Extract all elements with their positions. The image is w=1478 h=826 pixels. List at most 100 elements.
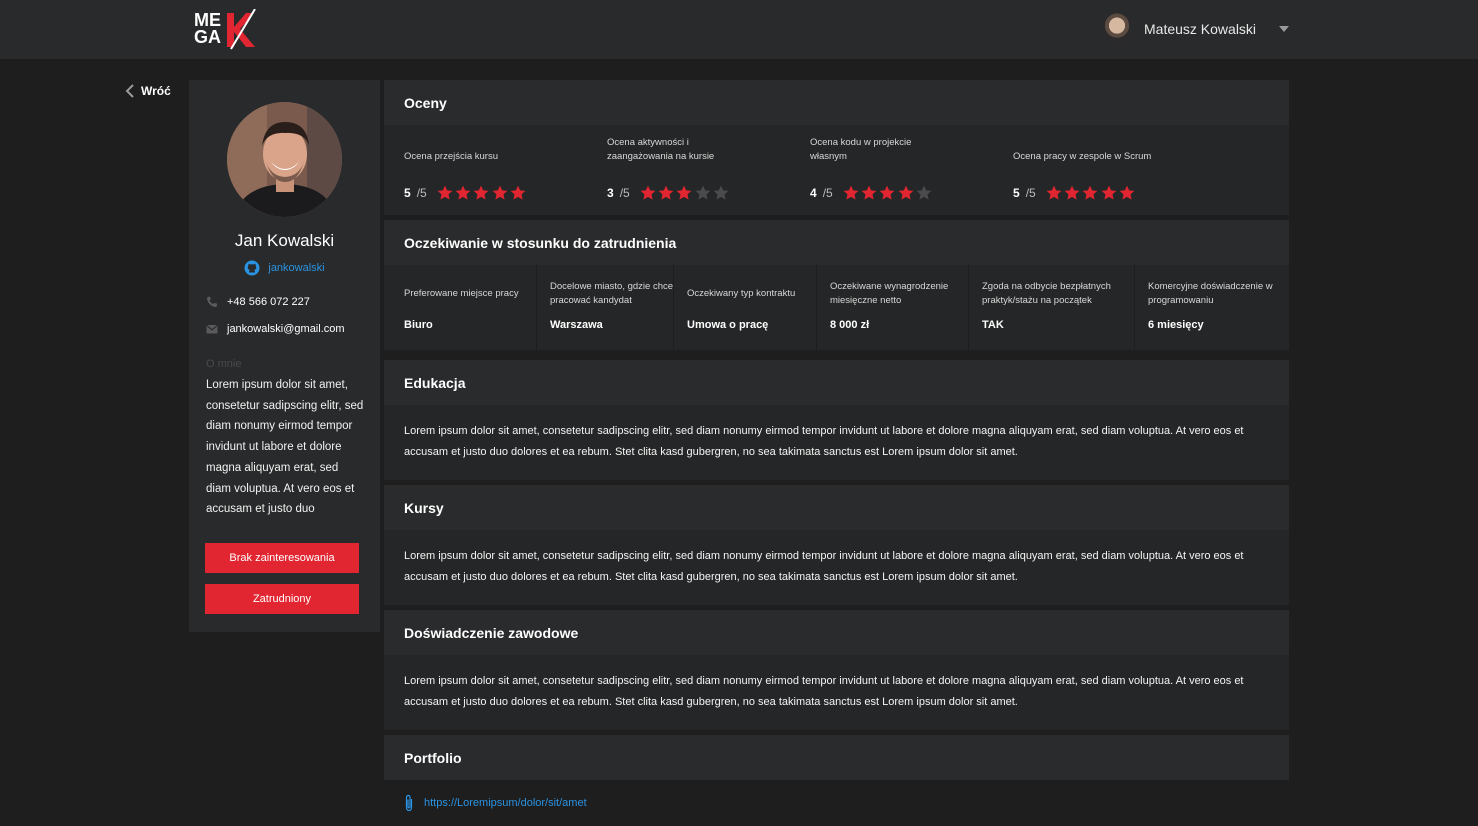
back-link[interactable]: Wróć [124,83,171,99]
rating-max: /5 [822,186,833,200]
ratings-title: Oceny [404,94,447,111]
rating-value: 3 [607,186,614,200]
expectation-label: Preferowane miejsce pracy [404,288,519,299]
star-icon [1101,185,1117,200]
megak-logo[interactable]: ME GA [193,9,257,51]
rating-max: /5 [416,186,427,200]
star-icon [640,185,656,200]
expectation-value: Umowa o pracę [687,319,769,331]
candidate-photo [227,102,342,217]
star-icon [474,185,489,200]
expectation-value: 6 miesięcy [1148,319,1204,331]
expectations-header: Oczekiwanie w stosunku do zatrudnienia [384,220,1289,265]
courses-title: Kursy [404,499,444,516]
star-rating [843,185,935,201]
star-icon [658,185,674,200]
star-icon [492,185,508,200]
expectation-label: Komercyjne doświadczenie w programowaniu [1148,281,1273,306]
portfolio-link-row[interactable]: https://Loremipsum/dolor/sit/amet [404,794,587,812]
rating-label: Ocena aktywności i zaangażowania na kurs… [607,137,715,162]
star-icon [510,185,526,200]
star-icon [677,185,692,200]
rating-max: /5 [619,186,630,200]
email-row: jankowalski@gmail.com [206,323,345,335]
no-interest-button[interactable]: Brak zainteresowania [205,543,359,573]
star-rating [640,185,732,201]
rating-value: 5 [1013,186,1020,200]
star-icon [695,185,711,200]
expectation-value: Warszawa [550,319,603,331]
logo-k-mark [227,9,256,50]
profile-card: Jan Kowalski jankowalski +48 566 072 227… [189,80,380,632]
education-title: Edukacja [404,374,466,391]
expectation-cell: Komercyjne doświadczenie w programowaniu… [1134,265,1289,350]
star-icon [861,185,877,200]
star-icon [455,185,471,200]
star-icon [1046,185,1062,200]
hired-button[interactable]: Zatrudniony [205,584,359,614]
phone-icon [206,296,217,308]
expectation-cell: Docelowe miasto, gdzie chce pracować kan… [536,265,674,350]
top-bar: ME GA Mateusz Kowalski [0,0,1478,59]
rating-score: 5 /5 [1013,185,1138,201]
star-icon [880,185,895,200]
user-name[interactable]: Mateusz Kowalski [1144,21,1256,37]
rating-item: Ocena kodu w projekcie własnym 4 /5 [790,125,993,220]
expectation-cell: Preferowane miejsce pracy Biuro [390,265,537,350]
expectation-label: Oczekiwany typ kontraktu [687,288,796,299]
star-icon [1064,185,1080,200]
portfolio-header: Portfolio [384,735,1289,780]
expectation-label: Zgoda na odbycie bezpłatnych praktyk/sta… [982,281,1111,306]
expectation-cell: Oczekiwany typ kontraktu Umowa o pracę [673,265,817,350]
portfolio-link[interactable]: https://Loremipsum/dolor/sit/amet [424,797,587,809]
rating-value: 5 [404,186,411,200]
ratings-header: Oceny [384,80,1289,125]
expectation-cell: Zgoda na odbycie bezpłatnych praktyk/sta… [968,265,1135,350]
caret-down-icon[interactable] [1279,26,1290,32]
rating-item: Ocena aktywności i zaangażowania na kurs… [587,125,790,220]
back-label[interactable]: Wróć [141,84,171,98]
rating-score: 4 /5 [810,185,935,201]
star-rating [437,185,529,201]
rating-value: 4 [810,186,817,200]
star-icon [843,185,859,200]
expectation-value: TAK [982,319,1004,331]
courses-body: Lorem ipsum dolor sit amet, consetetur s… [384,530,1289,605]
github-link-row[interactable]: jankowalski [189,260,380,276]
education-header: Edukacja [384,360,1289,405]
rating-label: Ocena kodu w projekcie własnym [810,137,912,162]
star-icon [1119,185,1135,200]
phone-row: +48 566 072 227 [206,296,310,308]
star-icon [898,185,914,200]
education-body: Lorem ipsum dolor sit amet, consetetur s… [384,405,1289,480]
experience-text: Lorem ipsum dolor sit amet, consetetur s… [404,675,1244,708]
paperclip-icon [405,794,413,812]
experience-title: Doświadczenie zawodowe [404,624,579,641]
github-icon [244,260,260,276]
star-icon [437,185,453,200]
star-icon [1083,185,1098,200]
expectations-body: Preferowane miejsce pracy Biuro Docelowe… [384,265,1289,350]
courses-header: Kursy [384,485,1289,530]
star-rating [1046,185,1138,201]
rating-item: Ocena przejścia kursu 5 /5 [384,125,587,220]
expectation-label: Oczekiwane wynagrodzenie miesięczne nett… [830,281,949,306]
star-icon [713,185,729,200]
user-avatar[interactable] [1100,12,1134,46]
rating-score: 3 /5 [607,185,732,201]
github-username-link[interactable]: jankowalski [268,262,324,274]
rating-label: Ocena przejścia kursu [404,151,498,162]
education-text: Lorem ipsum dolor sit amet, consetetur s… [404,425,1244,458]
about-text: Lorem ipsum dolor sit amet, consetetur s… [206,379,364,516]
courses-text: Lorem ipsum dolor sit amet, consetetur s… [404,550,1244,583]
expectation-cell: Oczekiwane wynagrodzenie miesięczne nett… [816,265,969,350]
portfolio-body: https://Loremipsum/dolor/sit/amet [384,780,1289,826]
rating-label: Ocena pracy w zespole w Scrum [1013,151,1152,162]
rating-score: 5 /5 [404,185,529,201]
expectation-value: Biuro [404,319,433,331]
experience-header: Doświadczenie zawodowe [384,610,1289,655]
expectation-label: Docelowe miasto, gdzie chce pracować kan… [550,281,674,306]
user-menu[interactable]: Mateusz Kowalski [1100,12,1290,46]
about-heading: O mnie [206,358,242,370]
envelope-icon [206,324,218,334]
